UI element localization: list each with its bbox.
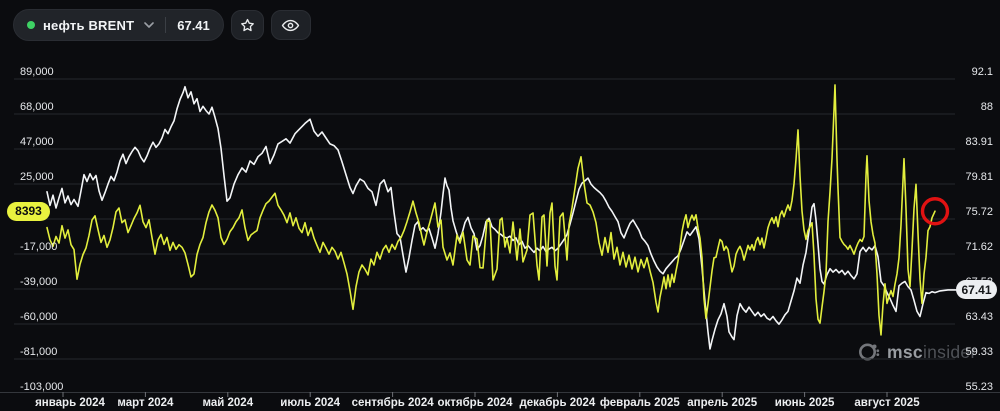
x-axis-label: сентябрь 2024	[351, 397, 434, 409]
chart-header: нефть BRENT 67.41	[13, 9, 311, 41]
x-axis-label: октябрь 2024	[437, 397, 513, 409]
y-axis-label-right: 55.23	[965, 381, 993, 393]
y-axis-label-right: 88	[980, 101, 993, 113]
watch-eye-button[interactable]	[270, 10, 311, 40]
y-axis-label-left: -103,000	[20, 381, 64, 393]
price-chart[interactable]: mscinsider 89,000 68,000 47,000 25,000 -17,0…	[0, 0, 1000, 411]
y-axis-label-right: 92.1	[971, 66, 993, 78]
left-axis-current-badge: 8393	[7, 201, 50, 221]
symbol-name: нефть BRENT	[43, 17, 135, 33]
star-icon	[240, 18, 254, 31]
y-axis-label-right: 71.62	[965, 241, 993, 253]
y-axis-label-left: -39,000	[20, 276, 58, 288]
y-axis-label-right: 79.81	[965, 171, 993, 183]
status-dot	[27, 21, 35, 29]
y-axis-label-left: 25,000	[20, 171, 54, 183]
x-axis-label: май 2024	[202, 397, 254, 409]
x-axis-label: июнь 2025	[774, 397, 835, 409]
symbol-selector[interactable]: нефть BRENT 67.41	[13, 9, 224, 41]
y-axis-label-right: 59.33	[965, 346, 993, 358]
divider	[165, 17, 167, 33]
x-axis-label: февраль 2025	[599, 397, 680, 409]
favorite-star-button[interactable]	[230, 10, 264, 40]
x-axis-label: январь 2024	[35, 397, 105, 409]
x-axis-label: декабрь 2024	[519, 397, 596, 409]
eye-icon	[282, 19, 300, 31]
y-axis-label-right: 63.43	[965, 311, 993, 323]
y-axis-label-left: 89,000	[20, 66, 54, 78]
series-yellow	[46, 84, 936, 336]
x-axis-label: март 2024	[117, 397, 174, 409]
y-axis-label-right: 75.72	[965, 206, 993, 218]
x-axis-label: апрель 2025	[687, 397, 758, 409]
trading-chart-app: нефть BRENT 67.41 mscinsider 89,000 68,0…	[0, 0, 1000, 411]
symbol-price: 67.41	[177, 17, 210, 33]
right-axis-current-badge: 67.41	[956, 280, 997, 300]
y-axis-label-left: -17,000	[20, 241, 58, 253]
x-axis-label: август 2025	[854, 397, 920, 409]
y-axis-label-left: -81,000	[20, 346, 58, 358]
chart-canvas[interactable]	[0, 0, 1000, 411]
y-axis-label-right: 83.91	[965, 136, 993, 148]
y-axis-label-left: -60,000	[20, 311, 58, 323]
chevron-down-icon	[144, 22, 155, 28]
x-axis-label: июль 2024	[280, 397, 341, 409]
y-axis-label-left: 68,000	[20, 101, 54, 113]
y-axis-label-left: 47,000	[20, 136, 54, 148]
